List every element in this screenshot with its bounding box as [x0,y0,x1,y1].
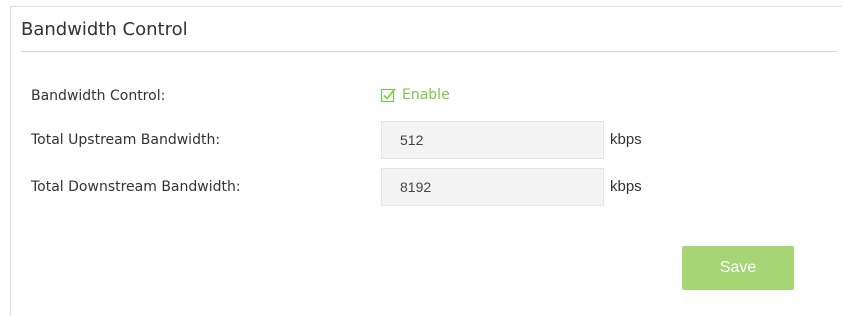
section-divider [21,51,837,52]
upstream-bandwidth-input[interactable] [381,121,604,159]
downstream-bandwidth-input[interactable] [381,168,604,206]
upstream-bandwidth-label: Total Upstream Bandwidth: [31,132,221,148]
upstream-unit: kbps [610,131,642,148]
save-button[interactable]: Save [682,246,794,290]
downstream-unit: kbps [610,178,642,195]
enable-checkbox[interactable]: Enable [380,87,450,103]
enable-checkbox-label[interactable]: Enable [402,87,450,103]
section-title: Bandwidth Control [21,19,188,40]
checkbox-checked-icon[interactable] [380,87,396,103]
downstream-bandwidth-label: Total Downstream Bandwidth: [31,179,241,195]
bandwidth-control-label: Bandwidth Control: [31,88,166,104]
